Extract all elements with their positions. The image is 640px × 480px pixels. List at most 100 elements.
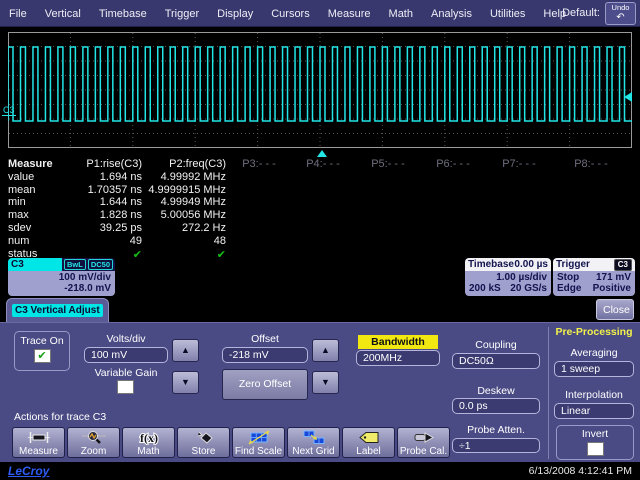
measure-col-header: P8:- - - <box>554 158 632 171</box>
volts-div-down-button[interactable]: ▼ <box>172 371 199 394</box>
c3-name: C3 <box>8 258 62 271</box>
interpolation-label: Interpolation <box>552 389 636 401</box>
trace-on-label: Trace On <box>15 335 69 347</box>
timebase-samples: 200 kS <box>469 283 501 294</box>
oscilloscope-screen: FileVerticalTimebaseTriggerDisplayCursor… <box>0 0 640 480</box>
tab-c3-vertical-adjust[interactable]: C3 Vertical Adjust <box>6 298 109 322</box>
measure-table-title: Measure <box>8 158 66 171</box>
averaging-field[interactable]: 1 sweep <box>554 361 634 377</box>
up-arrow-icon: ▲ <box>321 345 330 355</box>
menu-file[interactable]: File <box>0 8 36 20</box>
undo-button[interactable]: Undo ↶ <box>605 2 636 25</box>
trigger-type: Edge <box>557 283 581 294</box>
store-button[interactable]: Store <box>177 427 230 458</box>
store-icon <box>178 429 229 446</box>
measure-value <box>230 209 292 222</box>
measure-value <box>488 171 554 184</box>
channel-c3-marker[interactable]: C3 <box>2 105 16 116</box>
trace-on-group[interactable]: Trace On ✔ <box>14 331 70 371</box>
find-scale-button[interactable]: Find Scale <box>232 427 285 458</box>
measure-value <box>422 184 488 197</box>
menu-trigger[interactable]: Trigger <box>156 8 208 20</box>
coupling-field[interactable]: DC50Ω <box>452 353 540 369</box>
svg-text:f(x): f(x) <box>140 431 158 445</box>
measure-value <box>488 196 554 209</box>
measure-col-header: P6:- - - <box>422 158 488 171</box>
measure-value <box>488 184 554 197</box>
menu-utilities[interactable]: Utilities <box>481 8 534 20</box>
menu-items: FileVerticalTimebaseTriggerDisplayCursor… <box>0 0 575 27</box>
timebase-descriptor[interactable]: Timebase 0.00 µs 1.00 µs/div 200 kS 20 G… <box>465 258 551 296</box>
channel-c3-descriptor[interactable]: C3 BwL DC50 100 mV/div -218.0 mV <box>8 258 115 296</box>
variable-gain-checkbox[interactable] <box>117 380 134 394</box>
offset-field[interactable]: -218 mV <box>222 347 308 363</box>
measure-value <box>422 222 488 235</box>
default-label: Default: <box>562 7 600 19</box>
measure-value <box>358 171 422 184</box>
deskew-field[interactable]: 0.0 ps <box>452 398 540 414</box>
invert-group[interactable]: Invert <box>556 425 634 460</box>
next-grid-button[interactable]: Next Grid <box>287 427 340 458</box>
measure-value <box>422 196 488 209</box>
c3-volts-per-div: 100 mV/div <box>12 272 111 283</box>
coupling-label: Coupling <box>452 339 540 351</box>
measure-value: 4.9999915 MHz <box>146 184 230 197</box>
bandwidth-field[interactable]: 200MHz <box>356 350 440 366</box>
math-button[interactable]: f(x) Math <box>122 427 175 458</box>
measure-value: 1.694 ns <box>66 171 146 184</box>
measure-value <box>230 184 292 197</box>
offset-down-button[interactable]: ▼ <box>312 371 339 394</box>
measure-button[interactable]: Measure <box>12 427 65 458</box>
trace-on-checkbox[interactable]: ✔ <box>34 349 51 363</box>
invert-checkbox[interactable] <box>587 442 604 456</box>
datetime-label: 6/13/2008 4:12:41 PM <box>529 465 632 477</box>
measure-value <box>554 196 632 209</box>
menu-measure[interactable]: Measure <box>319 8 380 20</box>
trigger-time-marker-icon[interactable] <box>317 150 327 157</box>
c3-offset: -218.0 mV <box>12 283 111 294</box>
menu-math[interactable]: Math <box>380 8 422 20</box>
measure-col-header: P4:- - - <box>292 158 358 171</box>
measure-value: 1.644 ns <box>66 196 146 209</box>
measure-value <box>422 171 488 184</box>
measure-value: 1.70357 ns <box>66 184 146 197</box>
measure-value <box>292 248 358 261</box>
down-arrow-icon: ▼ <box>321 377 330 387</box>
probe-atten-field[interactable]: ÷1 <box>452 438 540 453</box>
measure-col-header: P7:- - - <box>488 158 554 171</box>
volts-div-up-button[interactable]: ▲ <box>172 339 199 362</box>
measure-value <box>554 171 632 184</box>
measure-value <box>230 222 292 235</box>
menu-analysis[interactable]: Analysis <box>422 8 481 20</box>
waveform-grid <box>8 32 632 148</box>
measure-col-header: P1:rise(C3) <box>66 158 146 171</box>
zoom-button[interactable]: Zoom <box>67 427 120 458</box>
offset-up-button[interactable]: ▲ <box>312 339 339 362</box>
menu-vertical[interactable]: Vertical <box>36 8 90 20</box>
interpolation-field[interactable]: Linear <box>554 403 634 419</box>
measure-value <box>422 209 488 222</box>
probe-atten-label: Probe Atten. <box>452 424 540 436</box>
menu-display[interactable]: Display <box>208 8 262 20</box>
menu-timebase[interactable]: Timebase <box>90 8 156 20</box>
measure-value <box>488 235 554 248</box>
probe-cal-icon <box>398 429 449 446</box>
probe-cal-button[interactable]: Probe Cal. <box>397 427 450 458</box>
measure-col-header: P5:- - - <box>358 158 422 171</box>
timebase-rate: 20 GS/s <box>510 283 547 294</box>
volts-div-field[interactable]: 100 mV <box>84 347 168 363</box>
trigger-slope: Positive <box>593 283 631 294</box>
close-button[interactable]: Close <box>596 299 634 320</box>
bandwidth-limit-badge: BwL <box>64 259 86 270</box>
measure-col-header: P3:- - - <box>230 158 292 171</box>
down-arrow-icon: ▼ <box>181 377 190 387</box>
menu-cursors[interactable]: Cursors <box>262 8 319 20</box>
trigger-level: 171 mV <box>596 272 631 283</box>
preprocessing-divider <box>548 327 549 459</box>
measure-value <box>292 209 358 222</box>
label-button[interactable]: Label <box>342 427 395 458</box>
measure-row-label: value <box>8 171 66 184</box>
trigger-descriptor[interactable]: Trigger C3 Stop 171 mV Edge Positive <box>553 258 635 296</box>
zero-offset-button[interactable]: Zero Offset <box>222 369 308 400</box>
lecroy-logo[interactable]: LeCroy <box>8 464 49 478</box>
